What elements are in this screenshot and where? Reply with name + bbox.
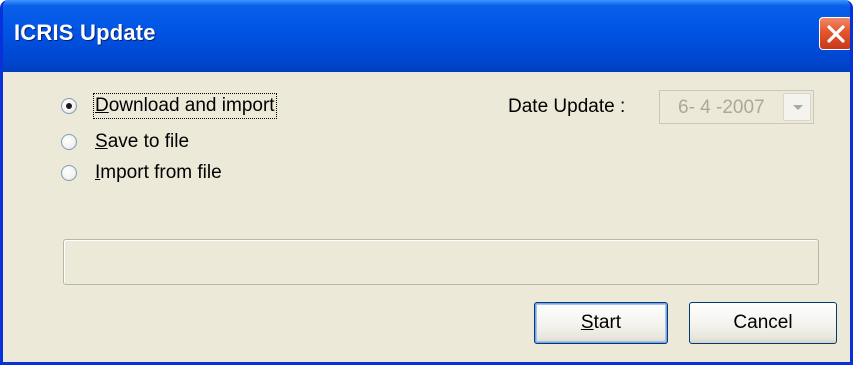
radio-import-from-file[interactable]: Import from file [61, 159, 222, 187]
radio-button[interactable] [61, 134, 77, 150]
progress-bar [63, 239, 819, 285]
radio-label: Import from file [95, 162, 222, 183]
radio-download-and-import[interactable]: Download and import [61, 92, 277, 120]
start-button[interactable]: Start [534, 302, 668, 344]
date-dropdown-button[interactable] [783, 93, 811, 121]
window-title: ICRIS Update [14, 20, 156, 45]
radio-button[interactable] [61, 98, 77, 114]
date-update-label: Date Update : [508, 96, 626, 117]
radio-save-to-file[interactable]: Save to file [61, 128, 189, 156]
date-update-value: 6- 4 -2007 [678, 97, 765, 118]
radio-label: Download and import [93, 93, 277, 119]
dialog-window: ICRIS Update Download and import Save to… [0, 0, 853, 365]
close-button[interactable] [819, 17, 850, 50]
title-bar[interactable]: ICRIS Update [3, 0, 850, 72]
date-update-picker[interactable]: 6- 4 -2007 [659, 90, 814, 124]
chevron-down-icon [793, 105, 803, 110]
dialog-body: Download and import Save to file Import … [3, 72, 850, 362]
cancel-button[interactable]: Cancel [689, 302, 837, 344]
radio-label: Save to file [95, 131, 190, 152]
close-icon [827, 25, 845, 43]
radio-button[interactable] [61, 165, 77, 181]
